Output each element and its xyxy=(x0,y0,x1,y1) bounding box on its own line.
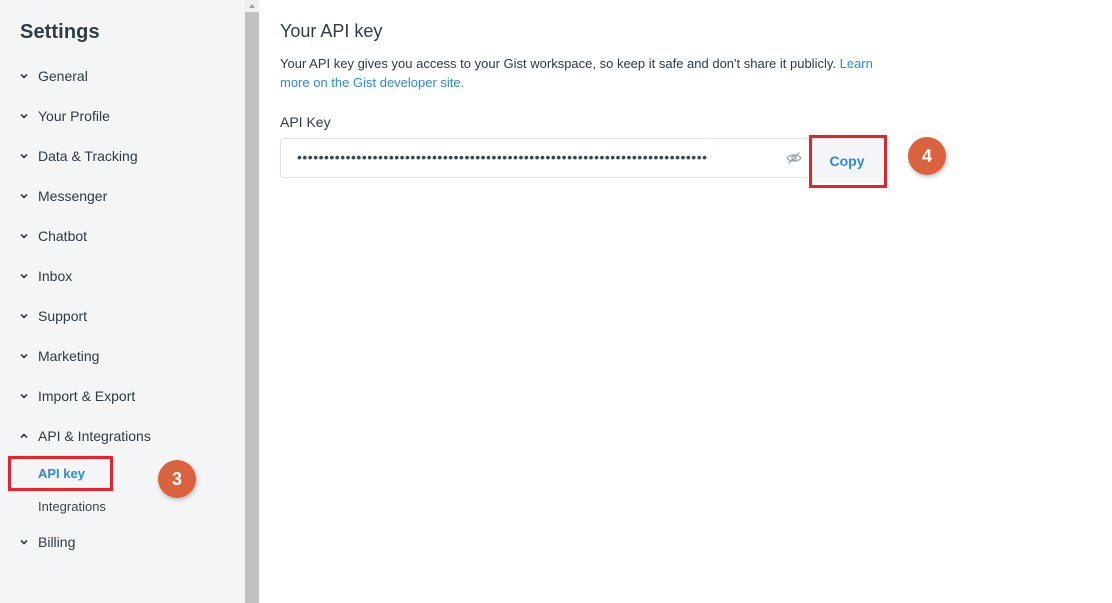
chevron-down-icon xyxy=(18,270,30,282)
chevron-down-icon xyxy=(18,536,30,548)
highlight-box-api-key xyxy=(8,456,113,491)
sidebar-item-label: Inbox xyxy=(38,268,73,284)
chevron-down-icon xyxy=(18,350,30,362)
sidebar-item-inbox[interactable]: Inbox xyxy=(18,266,72,286)
sidebar-item-label: Data & Tracking xyxy=(38,148,138,164)
highlight-box-copy xyxy=(809,135,887,188)
sidebar-title: Settings xyxy=(20,21,100,43)
api-key-field[interactable]: ••••••••••••••••••••••••••••••••••••••••… xyxy=(280,138,886,178)
sidebar-item-label: Chatbot xyxy=(38,228,88,244)
sidebar-item-your-profile[interactable]: Your Profile xyxy=(18,106,110,126)
chevron-down-icon xyxy=(18,390,30,402)
sidebar-item-label: General xyxy=(38,68,88,84)
chevron-down-icon xyxy=(18,230,30,242)
sidebar-item-import-export[interactable]: Import & Export xyxy=(18,386,135,406)
eye-slash-icon[interactable] xyxy=(786,151,802,165)
sidebar-item-label: Messenger xyxy=(38,188,108,204)
step-badge-4: 4 xyxy=(908,137,946,175)
description-text: Your API key gives you access to your Gi… xyxy=(280,56,840,71)
sidebar-item-label: Support xyxy=(38,308,88,324)
api-key-value: ••••••••••••••••••••••••••••••••••••••••… xyxy=(297,149,707,165)
sidebar-item-chatbot[interactable]: Chatbot xyxy=(18,226,87,246)
chevron-down-icon xyxy=(18,190,30,202)
sidebar-item-messenger[interactable]: Messenger xyxy=(18,186,107,206)
chevron-down-icon xyxy=(18,150,30,162)
page-title: Your API key xyxy=(280,21,383,41)
sidebar-subitem-integrations[interactable]: Integrations xyxy=(38,499,106,514)
chevron-down-icon xyxy=(18,70,30,82)
sidebar-scrollbar-thumb[interactable] xyxy=(245,12,259,603)
scroll-up-arrow-icon[interactable] xyxy=(245,0,259,12)
sidebar-item-label: Billing xyxy=(38,534,76,550)
step-badge-3: 3 xyxy=(158,460,196,498)
sidebar-item-api-integrations[interactable]: API & Integrations xyxy=(18,426,151,446)
sidebar-item-billing[interactable]: Billing xyxy=(18,532,75,552)
chevron-down-icon xyxy=(18,310,30,322)
sidebar-item-label: Your Profile xyxy=(38,108,110,124)
chevron-down-icon xyxy=(18,110,30,122)
sidebar-item-general[interactable]: General xyxy=(18,66,88,86)
chevron-up-icon xyxy=(18,430,30,442)
sidebar-item-label: API & Integrations xyxy=(38,428,151,444)
api-key-field-label: API Key xyxy=(280,114,331,130)
sidebar-item-support[interactable]: Support xyxy=(18,306,87,326)
sidebar-item-label: Marketing xyxy=(38,348,100,364)
api-key-description: Your API key gives you access to your Gi… xyxy=(280,54,880,92)
sidebar-item-label: Import & Export xyxy=(38,388,136,404)
sidebar-item-marketing[interactable]: Marketing xyxy=(18,346,99,366)
settings-sidebar xyxy=(0,0,245,603)
sidebar-item-data-tracking[interactable]: Data & Tracking xyxy=(18,146,138,166)
